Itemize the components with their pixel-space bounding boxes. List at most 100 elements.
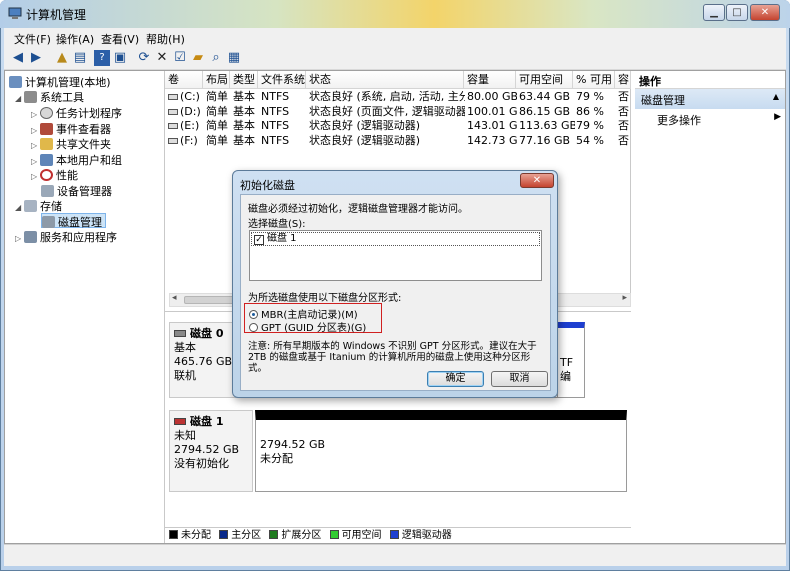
show-tree-icon[interactable]: ▤ bbox=[72, 50, 88, 66]
volume-cell-percent-free: 79 % bbox=[576, 119, 604, 132]
tree-item-system-tools[interactable]: ◢ 系统工具 bbox=[15, 89, 84, 104]
disk-checkbox[interactable]: ✓ bbox=[254, 235, 264, 245]
cancel-button[interactable]: 取消 bbox=[491, 371, 548, 387]
menu-help[interactable]: 帮助(H) bbox=[146, 31, 185, 47]
tree-item-event-viewer[interactable]: ▷ 事件查看器 bbox=[31, 121, 111, 136]
tree-item-task-scheduler[interactable]: ▷ 任务计划程序 bbox=[31, 105, 122, 120]
expand-arrow-icon[interactable]: ▷ bbox=[31, 141, 40, 150]
collapse-up-icon[interactable]: ▲ bbox=[773, 92, 779, 101]
forward-icon[interactable]: ▶ bbox=[28, 50, 44, 66]
tree-item-local-users[interactable]: ▷ 本地用户和组 bbox=[31, 152, 122, 167]
menu-file[interactable]: 文件(F) bbox=[14, 31, 51, 47]
disk-1-unallocated[interactable]: 2794.52 GB 未分配 bbox=[255, 410, 627, 492]
gpt-radio[interactable] bbox=[249, 323, 258, 332]
status-bar bbox=[4, 544, 786, 566]
performance-icon bbox=[40, 169, 53, 181]
dialog-close-button[interactable]: ✕ bbox=[520, 173, 554, 188]
column-header-fault-tolerance[interactable]: 容 bbox=[615, 71, 631, 89]
column-header-filesystem[interactable]: 文件系统 bbox=[258, 71, 306, 89]
disk-1-status: 没有初始化 bbox=[174, 457, 229, 470]
gpt-option[interactable]: GPT (GUID 分区表)(G) bbox=[249, 319, 366, 334]
expand-arrow-icon[interactable]: ▷ bbox=[31, 157, 40, 166]
volume-name: (D:) bbox=[180, 104, 201, 118]
volume-cell-fault-tolerance: 否 bbox=[618, 133, 629, 147]
volume-cell-capacity: 80.00 GB bbox=[467, 90, 517, 103]
volume-row[interactable]: (F:) 简单基本 NTFS 状态良好 (逻辑驱动器) 142.73 GB77.16 G… bbox=[165, 134, 631, 148]
tree-item-device-manager[interactable]: 设备管理器 bbox=[41, 183, 112, 198]
gpt-label: GPT (GUID 分区表)(G) bbox=[261, 323, 367, 334]
expand-arrow-icon[interactable]: ▷ bbox=[15, 234, 24, 243]
actions-section-disk-management[interactable]: 磁盘管理 ▲ bbox=[635, 89, 785, 109]
tree-label: 性能 bbox=[56, 169, 78, 182]
column-header-percent-free[interactable]: % 可用 bbox=[573, 71, 615, 89]
scroll-right-icon[interactable]: ▸ bbox=[622, 293, 627, 303]
disk-1-label[interactable]: 磁盘 1 未知 2794.52 GB 没有初始化 bbox=[169, 410, 253, 492]
expand-arrow-icon[interactable]: ▷ bbox=[31, 110, 40, 119]
column-header-capacity[interactable]: 容量 bbox=[464, 71, 516, 89]
actions-section-label: 磁盘管理 bbox=[641, 94, 685, 107]
title-bar[interactable]: 计算机管理 ▁ □ ✕ bbox=[0, 0, 790, 28]
open-folder-icon[interactable]: ▰ bbox=[190, 50, 206, 66]
disk-properties-icon[interactable]: ▦ bbox=[226, 50, 242, 66]
refresh-icon[interactable]: ⟳ bbox=[136, 50, 152, 66]
tree-item-storage[interactable]: ◢ 存储 bbox=[15, 198, 62, 213]
close-button[interactable]: ✕ bbox=[750, 4, 780, 21]
column-header-type[interactable]: 类型 bbox=[230, 71, 258, 89]
menu-view[interactable]: 查看(V) bbox=[101, 31, 139, 47]
actions-header: 操作 bbox=[635, 71, 785, 89]
show-pane-icon[interactable]: ▣ bbox=[112, 50, 128, 66]
volume-cell-volume: (D:) bbox=[168, 105, 203, 119]
tools-icon bbox=[24, 91, 37, 103]
disk-1-partition-status: 未分配 bbox=[260, 452, 293, 465]
tree-item-services-apps[interactable]: ▷ 服务和应用程序 bbox=[15, 229, 117, 244]
column-header-status[interactable]: 状态 bbox=[306, 71, 464, 89]
ok-button[interactable]: 确定 bbox=[427, 371, 484, 387]
volume-cell-free-space: 63.44 GB bbox=[519, 90, 571, 103]
tree-item-shared-folders[interactable]: ▷ 共享文件夹 bbox=[31, 136, 111, 151]
drive-icon bbox=[168, 94, 178, 100]
column-header-free-space[interactable]: 可用空间 bbox=[516, 71, 573, 89]
back-icon[interactable]: ◀ bbox=[10, 50, 26, 66]
tree-label: 设备管理器 bbox=[57, 185, 112, 198]
legend-primary: 主分区 bbox=[219, 530, 261, 541]
tree-item-disk-management[interactable]: 磁盘管理 bbox=[41, 213, 106, 229]
collapse-arrow-icon[interactable]: ◢ bbox=[15, 203, 24, 212]
volume-row[interactable]: (D:)简单基本NTFS状态良好 (页面文件, 逻辑驱动器)100.01 GB8… bbox=[165, 105, 631, 119]
volume-cell-status: 状态良好 (逻辑驱动器) bbox=[309, 119, 421, 132]
expand-arrow-icon[interactable]: ▷ bbox=[31, 126, 40, 135]
minimize-button[interactable]: ▁ bbox=[703, 4, 725, 21]
column-header-layout[interactable]: 布局 bbox=[203, 71, 230, 89]
dialog-note-line-3: 式。 bbox=[248, 363, 268, 374]
column-header-volume[interactable]: 卷 bbox=[165, 71, 203, 89]
volume-cell-status: 状态良好 (页面文件, 逻辑驱动器) bbox=[309, 104, 465, 118]
drive-icon bbox=[168, 108, 178, 115]
mbr-radio[interactable] bbox=[249, 310, 258, 319]
maximize-button[interactable]: □ bbox=[726, 4, 748, 21]
disk-1-size: 2794.52 GB bbox=[174, 443, 240, 456]
up-folder-icon[interactable]: ▲ bbox=[54, 50, 70, 66]
storage-icon bbox=[24, 200, 37, 212]
volume-cell-volume: (F:) bbox=[168, 134, 203, 148]
menu-action[interactable]: 操作(A) bbox=[56, 31, 94, 47]
tree-item-root[interactable]: 计算机管理(本地) bbox=[9, 74, 111, 89]
volume-name: (E:) bbox=[180, 119, 200, 132]
disk-listbox[interactable]: ✓ 磁盘 1 bbox=[249, 230, 542, 281]
help-icon[interactable]: ? bbox=[94, 50, 110, 66]
disk-0-logical-partition[interactable]: TF 编 bbox=[557, 322, 585, 398]
tree-item-performance[interactable]: ▷ 性能 bbox=[31, 167, 78, 182]
more-actions[interactable]: 更多操作 ▶ bbox=[657, 112, 783, 127]
expand-arrow-icon[interactable]: ▷ bbox=[31, 172, 40, 181]
volume-cell-free-space: 86.15 GB bbox=[519, 104, 571, 118]
tree-label: 计算机管理(本地) bbox=[25, 76, 111, 89]
legend-swatch bbox=[269, 530, 279, 539]
tree-label: 磁盘管理 bbox=[58, 216, 102, 229]
properties-icon[interactable]: ☑ bbox=[172, 50, 188, 66]
volume-row[interactable]: (E:) 简单基本 NTFS 状态良好 (逻辑驱动器) 143.01 GB113.63 … bbox=[165, 119, 631, 133]
search-icon[interactable]: ⌕ bbox=[208, 50, 224, 66]
actions-pane: 操作 磁盘管理 ▲ 更多操作 ▶ bbox=[635, 71, 785, 543]
delete-icon[interactable]: ✕ bbox=[154, 50, 170, 66]
scroll-left-icon[interactable]: ◂ bbox=[172, 293, 177, 303]
collapse-arrow-icon[interactable]: ◢ bbox=[15, 94, 24, 103]
volume-row[interactable]: (C:) 简单基本 NTFS 状态良好 (系统, 启动, 活动, 主分区)80.00 … bbox=[165, 90, 631, 104]
disk-list-item[interactable]: ✓ 磁盘 1 bbox=[251, 232, 540, 246]
